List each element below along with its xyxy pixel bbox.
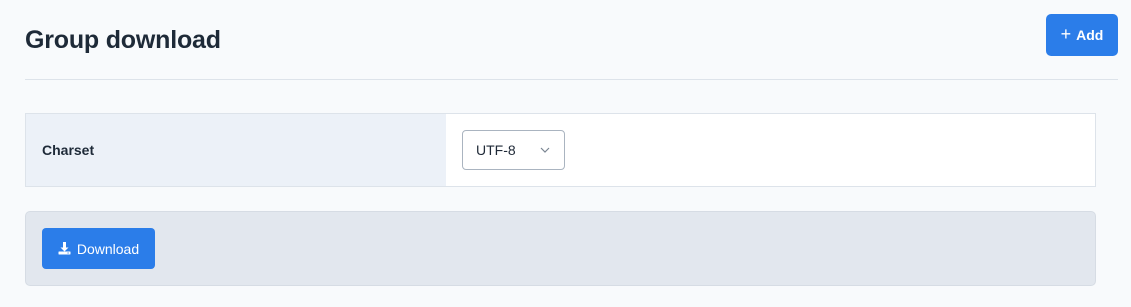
- charset-label: Charset: [26, 114, 446, 186]
- plus-icon: +: [1060, 23, 1072, 44]
- page-header: Group download + Add: [25, 0, 1118, 80]
- charset-form-row: Charset UTF-8: [25, 113, 1096, 187]
- charset-value-cell: UTF-8: [446, 114, 1095, 186]
- page: Group download + Add Charset UTF-8 Downl…: [0, 0, 1131, 307]
- add-button[interactable]: + Add: [1046, 14, 1118, 56]
- download-button[interactable]: Download: [42, 228, 155, 269]
- charset-select[interactable]: UTF-8: [462, 130, 565, 170]
- add-button-label: Add: [1076, 27, 1104, 43]
- download-icon: [58, 242, 71, 255]
- charset-select-value: UTF-8: [476, 142, 516, 158]
- page-title: Group download: [25, 26, 221, 54]
- download-button-label: Download: [76, 240, 140, 257]
- chevron-down-icon: [540, 147, 550, 153]
- action-panel: Download: [25, 211, 1096, 286]
